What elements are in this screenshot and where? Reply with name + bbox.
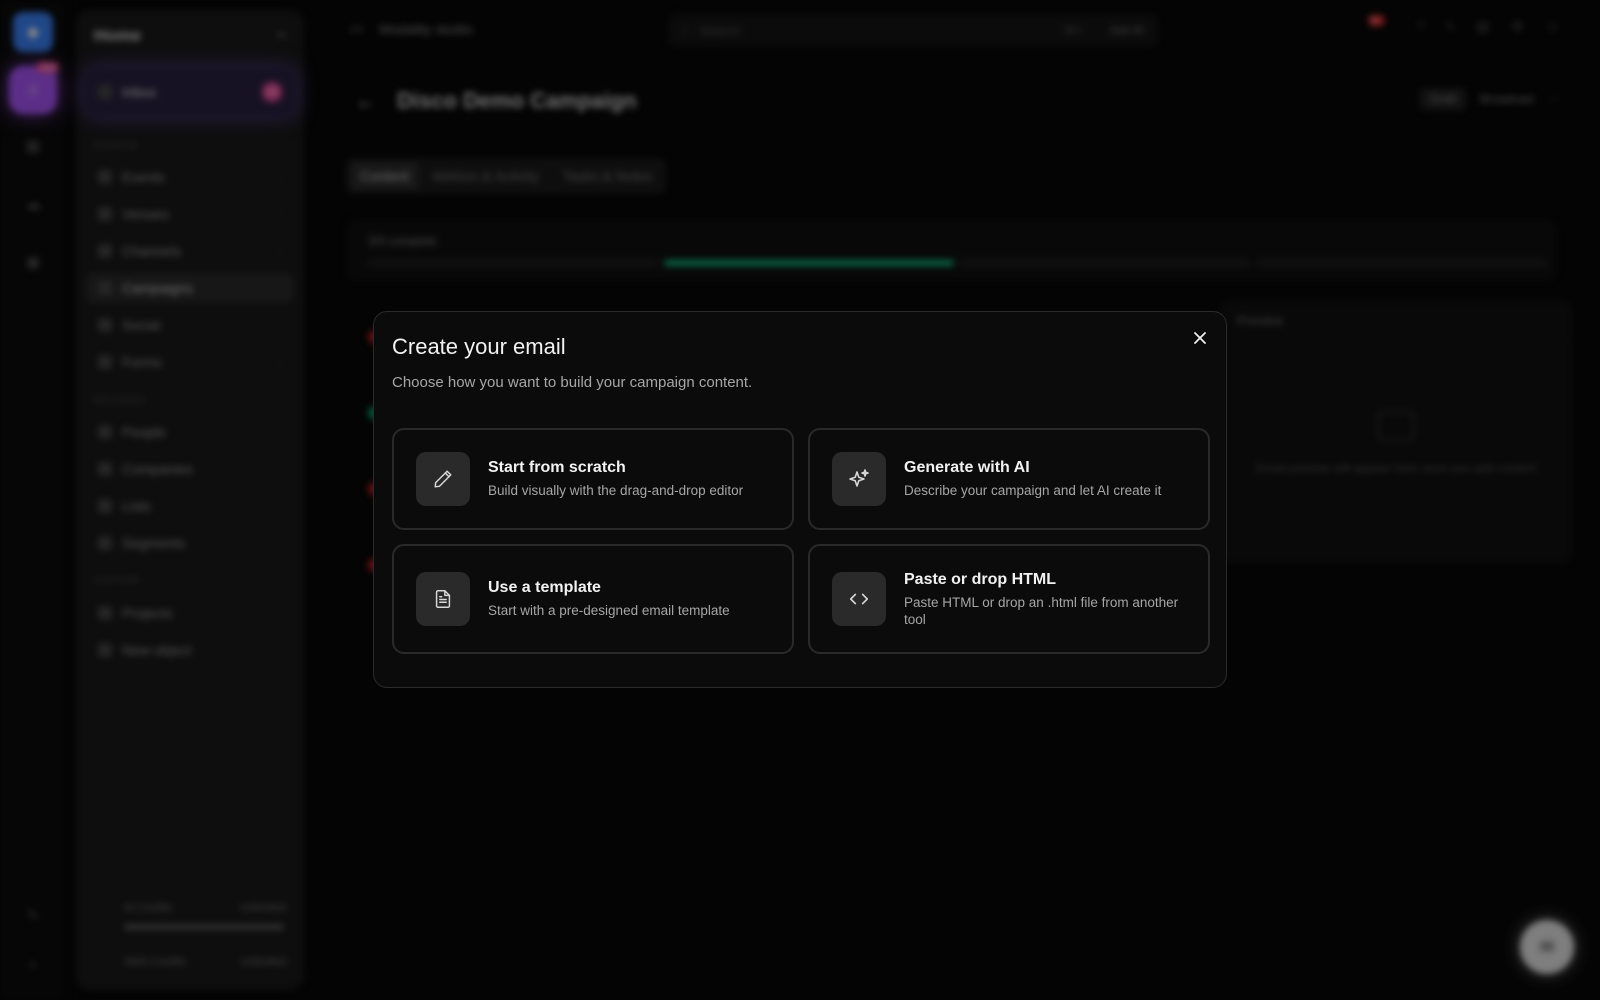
option-title: Use a template — [488, 579, 601, 596]
modal-title: Create your email — [392, 334, 566, 359]
generate-with-ai-option[interactable]: Generate with AI Describe your campaign … — [808, 428, 1210, 530]
paste-or-drop-html-option[interactable]: Paste or drop HTML Paste HTML or drop an… — [808, 544, 1210, 654]
document-icon — [416, 572, 470, 626]
close-button[interactable] — [1188, 326, 1212, 350]
sparkles-icon — [832, 452, 886, 506]
option-description: Describe your campaign and let AI create… — [904, 483, 1162, 498]
close-icon — [1194, 332, 1206, 344]
start-from-scratch-option[interactable]: Start from scratch Build visually with t… — [392, 428, 794, 530]
option-description: Build visually with the drag-and-drop ed… — [488, 483, 744, 498]
option-description: Paste HTML or drop an .html file from an… — [904, 594, 1179, 627]
option-title: Paste or drop HTML — [904, 570, 1057, 588]
create-email-modal: Create your email Choose how you want to… — [373, 311, 1227, 688]
option-title: Start from scratch — [488, 459, 626, 476]
use-a-template-option[interactable]: Use a template Start with a pre-designed… — [392, 544, 794, 654]
option-description: Start with a pre-designed email template — [488, 603, 730, 618]
pencil-icon — [416, 452, 470, 506]
option-title: Generate with AI — [904, 459, 1030, 476]
code-icon — [832, 572, 886, 626]
modal-subtitle: Choose how you want to build your campai… — [392, 374, 753, 391]
